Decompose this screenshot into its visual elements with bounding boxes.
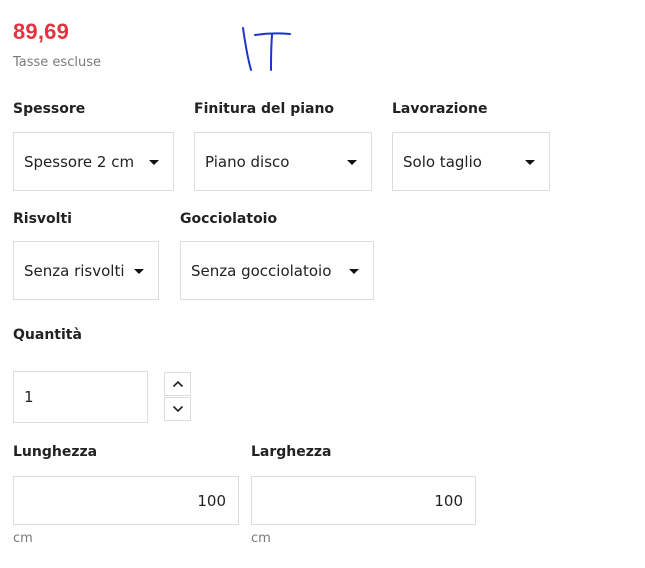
chevron-up-icon <box>172 380 183 388</box>
caret-down-icon <box>347 159 357 165</box>
gocciolatoio-label: Gocciolatoio <box>180 211 278 227</box>
risvolti-select[interactable]: Senza risvolti <box>13 241 159 300</box>
caret-down-icon <box>149 159 159 165</box>
caret-down-icon <box>134 268 144 274</box>
lunghezza-input[interactable]: 100 <box>13 476 239 525</box>
risvolti-label: Risvolti <box>13 211 72 227</box>
gocciolatoio-select[interactable]: Senza gocciolatoio <box>180 241 374 300</box>
spessore-value: Spessore 2 cm <box>24 152 135 171</box>
quantity-label: Quantità <box>13 327 82 343</box>
lavorazione-value: Solo taglio <box>403 152 482 171</box>
quantity-decrease-button[interactable] <box>164 397 191 421</box>
quantity-value: 1 <box>24 388 34 406</box>
tax-note: Tasse escluse <box>13 55 101 70</box>
gocciolatoio-value: Senza gocciolatoio <box>191 261 332 280</box>
product-price: 89,69 <box>13 19 70 44</box>
lavorazione-select[interactable]: Solo taglio <box>392 132 550 191</box>
finitura-select[interactable]: Piano disco <box>194 132 372 191</box>
lunghezza-unit: cm <box>13 531 33 546</box>
finitura-value: Piano disco <box>205 152 290 171</box>
spessore-label: Spessore <box>13 101 86 117</box>
chevron-down-icon <box>172 405 183 413</box>
larghezza-input[interactable]: 100 <box>251 476 476 525</box>
larghezza-value: 100 <box>434 491 463 510</box>
spessore-select[interactable]: Spessore 2 cm <box>13 132 174 191</box>
lavorazione-label: Lavorazione <box>392 101 488 117</box>
lunghezza-label: Lunghezza <box>13 444 98 460</box>
quantity-input[interactable]: 1 <box>13 371 148 423</box>
larghezza-label: Larghezza <box>251 444 332 460</box>
risvolti-value: Senza risvolti <box>24 261 125 280</box>
quantity-increase-button[interactable] <box>164 372 191 396</box>
finitura-label: Finitura del piano <box>194 101 335 117</box>
product-options-panel: 89,69 Tasse escluse Spessore Spessore 2 … <box>0 0 645 568</box>
caret-down-icon <box>525 159 535 165</box>
lunghezza-value: 100 <box>197 491 226 510</box>
caret-down-icon <box>349 268 359 274</box>
handwritten-scribble <box>242 27 291 71</box>
larghezza-unit: cm <box>251 531 271 546</box>
